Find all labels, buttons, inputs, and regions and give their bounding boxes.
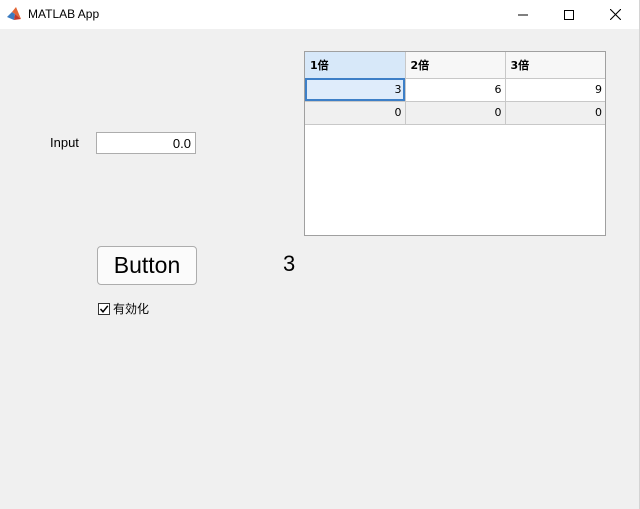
checkbox-label: 有効化 [113, 302, 150, 316]
data-table[interactable]: 1倍 2倍 3倍 3 6 9 0 0 0 [304, 51, 606, 236]
title-bar[interactable]: MATLAB App [0, 0, 639, 29]
table-row: 3 6 9 [305, 78, 605, 102]
checkmark-icon [99, 304, 109, 313]
column-header-2[interactable]: 2倍 [405, 52, 506, 79]
close-icon [609, 9, 621, 20]
column-header-3[interactable]: 3倍 [505, 52, 605, 79]
push-button[interactable]: Button [97, 246, 197, 285]
table-cell[interactable]: 0 [505, 101, 605, 125]
matlab-logo-icon [7, 7, 21, 20]
app-window: MATLAB App Input Button 3 有効化 [0, 0, 640, 509]
table-header-row: 1倍 2倍 3倍 [305, 52, 605, 79]
table-cell[interactable]: 9 [505, 78, 605, 102]
checkbox-box[interactable] [98, 302, 110, 315]
table-cell[interactable]: 0 [405, 101, 506, 125]
column-header-1[interactable]: 1倍 [305, 52, 406, 79]
close-button[interactable] [592, 0, 638, 29]
table-cell[interactable]: 0 [305, 101, 406, 125]
table-cell[interactable]: 3 [305, 78, 406, 102]
enable-checkbox[interactable]: 有効化 [98, 300, 149, 317]
input-numeric-field[interactable] [96, 132, 196, 154]
value-label: 3 [283, 251, 296, 276]
maximize-icon [564, 9, 574, 20]
table-row: 0 0 0 [305, 101, 605, 125]
input-label: Input [50, 135, 79, 150]
minimize-icon [518, 14, 528, 15]
window-title: MATLAB App [28, 7, 100, 21]
maximize-button[interactable] [546, 0, 592, 29]
table-cell[interactable]: 6 [405, 78, 506, 102]
minimize-button[interactable] [500, 0, 546, 29]
